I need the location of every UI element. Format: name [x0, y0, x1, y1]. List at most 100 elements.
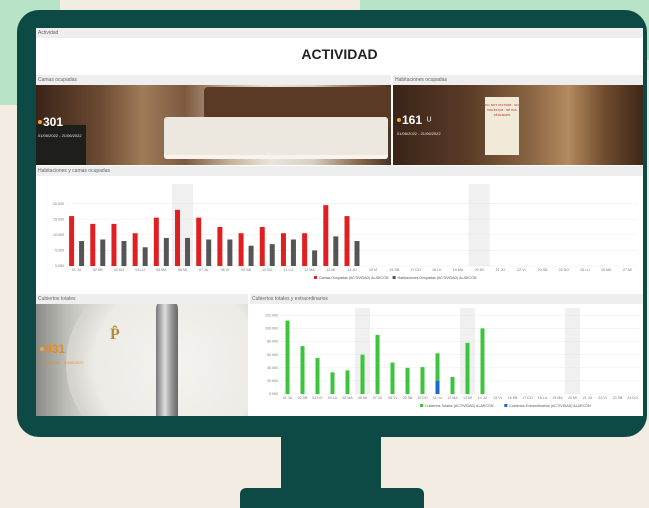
x-tick-label: 21 JU	[583, 396, 593, 400]
x-tick-label: 21 JU	[496, 268, 506, 272]
bar	[312, 250, 318, 266]
x-tick-label: 24 DO	[627, 396, 638, 400]
bar	[259, 227, 265, 266]
bar	[100, 239, 106, 266]
bar	[465, 342, 470, 394]
kpi-value: 931	[45, 341, 66, 356]
camas-kpi: 301 01/06/2022 - 21/06/2022	[38, 113, 82, 138]
x-tick-label: 08 VI	[388, 396, 396, 400]
habitaciones-ocupadas-panel[interactable]: Habitaciones ocupadas DO NOT DISTURB · N…	[393, 75, 643, 165]
panel-title: Habitaciones ocupadas	[393, 75, 643, 85]
bar	[90, 223, 96, 266]
x-tick-label: 26 MA	[601, 268, 612, 272]
x-tick-label: 22 VI	[517, 268, 525, 272]
bar	[217, 227, 223, 266]
kpi-value: 301	[43, 114, 64, 129]
shaded-column	[565, 308, 580, 394]
bar	[285, 320, 290, 394]
bar	[163, 237, 169, 266]
y-tick-label: 120.000	[265, 313, 278, 317]
x-tick-label: 15 VI	[493, 396, 501, 400]
x-tick-label: 15 VI	[369, 268, 377, 272]
x-tick-label: 19 MA	[552, 396, 563, 400]
kpi-dates: 01/06/2022 - 21/06/2022	[38, 133, 82, 138]
plate-logo: P̂	[110, 326, 120, 343]
bar	[227, 239, 233, 266]
x-tick-label: 13 MI	[326, 268, 335, 272]
breadcrumb: Actividad	[36, 28, 643, 38]
cubiertos-totales-panel[interactable]: Cubiertos totales P̂ 931 01/06/2022 - 21…	[36, 294, 248, 416]
legend-label: Habitaciones Ocupadas (ACTIVIDAD) ALARCÓ…	[398, 275, 477, 280]
shaded-column	[468, 184, 490, 266]
bar	[111, 223, 117, 266]
bar	[450, 376, 455, 394]
y-tick-label: 20.000	[267, 379, 278, 383]
x-tick-label: 02 SB	[298, 396, 308, 400]
x-tick-label: 09 SB	[403, 396, 413, 400]
bar	[420, 367, 425, 394]
habitaciones-kpi: 161 U 01/06/2022 - 21/06/2022	[397, 111, 441, 136]
kpi-dot-icon	[38, 119, 42, 124]
bar	[153, 217, 159, 266]
x-tick-label: 02 SB	[93, 268, 103, 272]
x-tick-label: 17 DO	[522, 396, 533, 400]
x-tick-label: 10 DO	[262, 268, 273, 272]
legend-label: Cubiertos Extraordinarios (ACTIVIDAD) AL…	[509, 403, 591, 408]
camas-ocupadas-panel[interactable]: Camas ocupadas 301 01/06/2022 - 21/06/20…	[36, 75, 391, 165]
x-tick-label: 24 DO	[559, 268, 570, 272]
x-tick-label: 06 MI	[178, 268, 187, 272]
bar	[300, 346, 305, 394]
bar	[248, 245, 254, 266]
hotel-room-image: 301 01/06/2022 - 21/06/2022	[36, 85, 391, 165]
x-tick-label: 11 LU	[433, 396, 443, 400]
x-tick-label: 09 SB	[241, 268, 251, 272]
x-tick-label: 13 MI	[463, 396, 472, 400]
bar	[435, 380, 440, 394]
legend-label: Camas Ocupadas (ACTIVIDAD) ALARCÓN	[319, 275, 389, 280]
bar	[69, 216, 75, 266]
bed-image-part	[164, 117, 284, 159]
x-tick-label: 03 DO	[114, 268, 125, 272]
actividad-header-panel: Actividad ACTIVIDAD	[36, 28, 643, 74]
y-tick-label: 80.000	[267, 340, 278, 344]
x-tick-label: 16 SB	[508, 396, 518, 400]
panel-title: Cubiertos totales	[36, 294, 248, 304]
dashboard-screen: Actividad ACTIVIDAD Camas ocupadas 301 0…	[36, 28, 643, 416]
y-tick-label: 0.000	[269, 392, 278, 396]
bar	[354, 241, 360, 266]
legend-swatch	[392, 276, 396, 279]
x-tick-label: 14 JU	[478, 396, 488, 400]
bar	[280, 233, 286, 266]
hotel-door-image: DO NOT DISTURB · NO MOLESTAR · NE PAS DÉ…	[393, 85, 643, 165]
y-tick-label: 5.000	[55, 249, 64, 253]
bar	[330, 372, 335, 394]
place-setting-image: P̂ 931 01/06/2022 - 21/06/2022	[36, 304, 248, 416]
bar	[405, 367, 410, 394]
y-tick-label: 0.000	[55, 264, 64, 268]
x-tick-label: 12 MA	[447, 396, 458, 400]
x-tick-label: 08 VI	[221, 268, 229, 272]
bar	[206, 239, 212, 266]
cubiertos-chart-panel[interactable]: Cubiertos totales y extraordinarios 0.00…	[250, 294, 643, 416]
kpi-dates: 01/06/2022 - 21/06/2022	[40, 360, 84, 365]
x-tick-label: 17 DO	[410, 268, 421, 272]
x-tick-label: 25 LU	[580, 268, 590, 272]
x-tick-label: 06 MI	[358, 396, 367, 400]
kpi-value: 161	[402, 112, 423, 127]
x-tick-label: 14 JU	[347, 268, 357, 272]
y-tick-label: 10.000	[53, 233, 64, 237]
bar	[175, 209, 181, 266]
bar	[238, 233, 244, 266]
legend-swatch	[504, 404, 508, 407]
bar	[79, 241, 85, 266]
bar	[302, 233, 308, 266]
habitaciones-camas-chart-panel[interactable]: Habitaciones y camas ocupadas 0.000 5.000…	[36, 166, 643, 292]
x-tick-label: 23 SB	[613, 396, 623, 400]
monitor-stand-base	[240, 488, 424, 508]
bar	[480, 328, 485, 394]
y-tick-label: 40.000	[267, 366, 278, 370]
monitor-stand-neck	[281, 436, 381, 490]
x-tick-label: 20 MI	[475, 268, 484, 272]
bar	[196, 217, 202, 266]
x-tick-label: 05 MA	[156, 268, 167, 272]
